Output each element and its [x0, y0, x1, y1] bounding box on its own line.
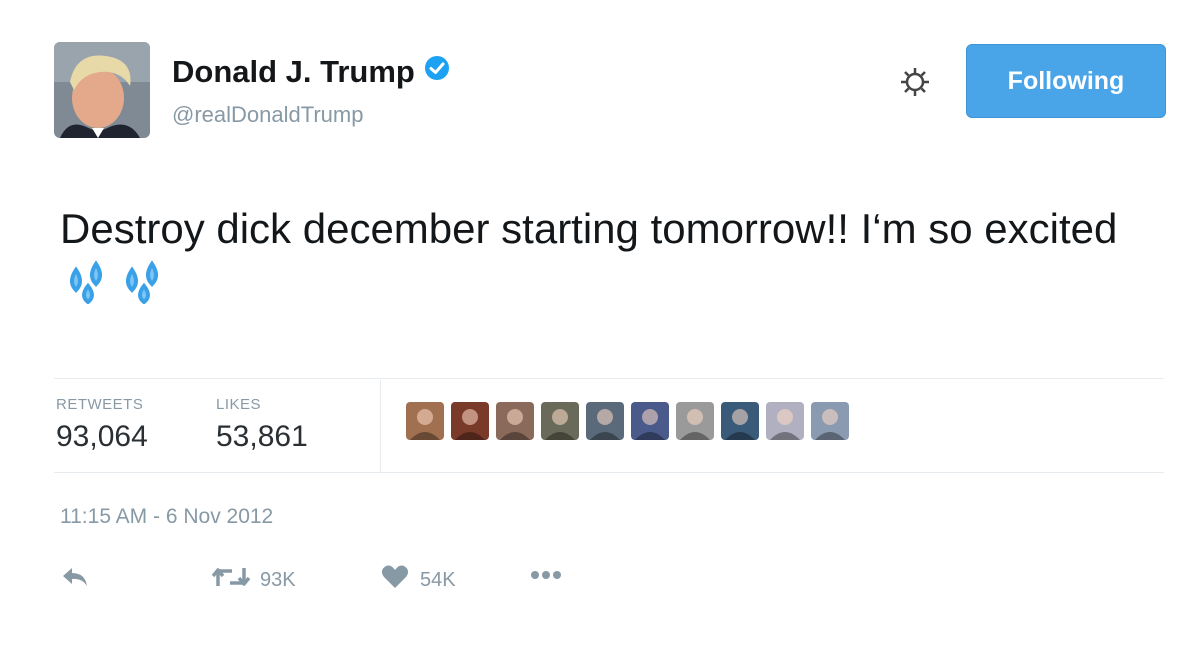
tweet-text-content: Destroy dick december starting tomorrow!… [60, 205, 1118, 252]
retweets-count[interactable]: 93,064 [56, 420, 148, 454]
tweet-timestamp[interactable]: 11:15 AM - 6 Nov 2012 [60, 505, 273, 529]
like-button[interactable]: 54K [380, 564, 456, 596]
user-handle[interactable]: @realDonaldTrump [172, 102, 363, 128]
likes-count[interactable]: 53,861 [216, 420, 308, 454]
heart-icon [380, 564, 410, 596]
liker-avatar[interactable] [406, 402, 444, 440]
user-name[interactable]: Donald J. Trump [172, 54, 451, 90]
likes-label: LIKES [216, 396, 262, 413]
avatar[interactable] [54, 42, 150, 138]
retweet-count: 93K [260, 568, 296, 591]
liker-avatar[interactable] [766, 402, 804, 440]
liker-avatar[interactable] [541, 402, 579, 440]
liker-avatar[interactable] [721, 402, 759, 440]
verified-icon [423, 54, 451, 90]
liker-avatar[interactable] [631, 402, 669, 440]
tweet-text: Destroy dick december starting tomorrow!… [60, 200, 1170, 318]
divider [54, 472, 1164, 473]
liker-avatar[interactable] [496, 402, 534, 440]
retweet-icon [211, 564, 251, 596]
likers-row [406, 402, 849, 440]
divider [380, 380, 381, 472]
sweat-droplets-icon [122, 260, 172, 318]
user-name-text[interactable]: Donald J. Trump [172, 54, 415, 90]
retweet-button[interactable]: 93K [211, 564, 296, 596]
more-button[interactable] [530, 564, 562, 587]
more-icon [530, 564, 562, 587]
like-count: 54K [420, 568, 456, 591]
sweat-droplets-icon [66, 260, 116, 318]
liker-avatar[interactable] [676, 402, 714, 440]
liker-avatar[interactable] [451, 402, 489, 440]
divider [54, 378, 1164, 379]
liker-avatar[interactable] [586, 402, 624, 440]
gear-icon[interactable] [893, 60, 937, 104]
reply-icon [60, 564, 90, 596]
liker-avatar[interactable] [811, 402, 849, 440]
reply-button[interactable] [60, 564, 90, 596]
following-button[interactable]: Following [966, 44, 1166, 118]
retweets-label: RETWEETS [56, 396, 144, 413]
